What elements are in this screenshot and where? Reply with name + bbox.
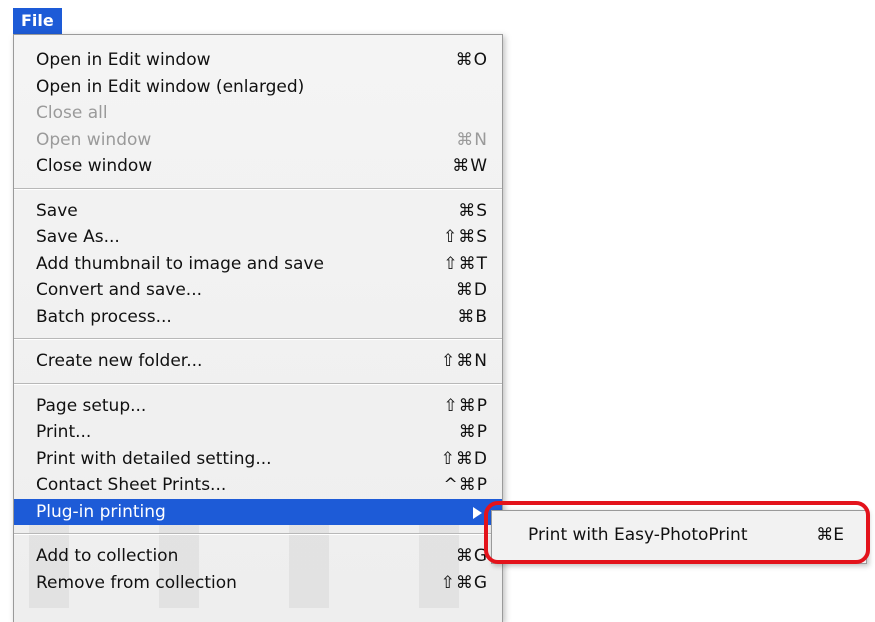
menu-item-print-detailed-setting[interactable]: Print with detailed setting... ⇧⌘D <box>14 446 502 473</box>
menu-separator <box>14 375 502 393</box>
menu-item-open-in-edit-window-enlarged[interactable]: Open in Edit window (enlarged) <box>14 74 502 101</box>
submenu-arrow-icon <box>473 506 482 519</box>
menu-item-create-new-folder[interactable]: Create new folder... ⇧⌘N <box>14 348 502 375</box>
menu-list: Open in Edit window ⌘O Open in Edit wind… <box>14 47 502 596</box>
menu-separator <box>14 525 502 543</box>
menu-item-page-setup[interactable]: Page setup... ⇧⌘P <box>14 393 502 420</box>
menu-item-close-all: Close all <box>36 103 108 124</box>
menu-item-convert-and-save[interactable]: Convert and save... ⌘D <box>14 277 502 304</box>
menu-item-add-to-collection[interactable]: Add to collection ⌘G <box>14 543 502 570</box>
menu-item-plug-in-printing[interactable]: Plug-in printing <box>14 498 502 525</box>
red-highlight-callout <box>484 501 870 564</box>
menu-item-open-window: Open window ⌘N <box>36 129 488 150</box>
menu-separator <box>14 330 502 348</box>
menu-item-open-in-edit-window[interactable]: Open in Edit window ⌘O <box>14 47 502 74</box>
menu-item-batch-process[interactable]: Batch process... ⌘B <box>14 304 502 331</box>
file-menu-title[interactable]: File <box>13 8 62 34</box>
menu-item-add-thumbnail[interactable]: Add thumbnail to image and save ⇧⌘T <box>14 251 502 278</box>
menu-item-save-as[interactable]: Save As... ⇧⌘S <box>14 224 502 251</box>
file-menu: Open in Edit window ⌘O Open in Edit wind… <box>13 34 503 622</box>
menu-item-contact-sheet-prints[interactable]: Contact Sheet Prints... ^⌘P <box>14 472 502 499</box>
menu-item-remove-from-collection[interactable]: Remove from collection ⇧⌘G <box>14 570 502 597</box>
menu-separator <box>14 180 502 198</box>
menu-item-close-window[interactable]: Close window ⌘W <box>14 153 502 180</box>
menu-item-save[interactable]: Save ⌘S <box>14 198 502 225</box>
menu-item-print[interactable]: Print... ⌘P <box>14 419 502 446</box>
